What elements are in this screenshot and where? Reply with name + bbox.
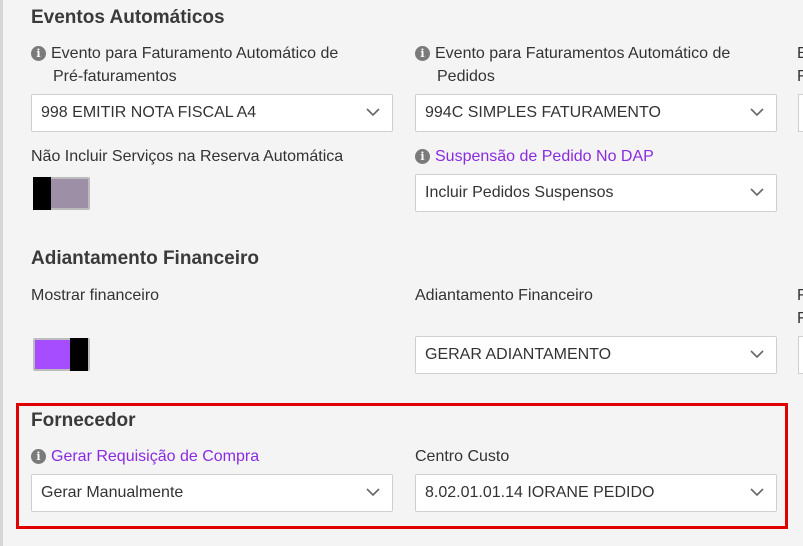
suspensao-pedido-label[interactable]: i Suspensão de Pedido No DAP [415,145,654,168]
section-title-fornecedor: Fornecedor [31,410,136,431]
adiantamento-financeiro-select[interactable]: GERAR ADIANTAMENTO [415,336,777,374]
faturamento-pedidos-select[interactable]: 994C SIMPLES FATURAMENTO [415,94,777,132]
suspensao-pedido-value: Incluir Pedidos Suspensos [425,184,614,201]
chevron-down-icon [366,108,380,117]
gerar-requisicao-select[interactable]: Gerar Manualmente [31,474,393,512]
chevron-down-icon [750,108,764,117]
faturamento-pre-value: 998 EMITIR NOTA FISCAL A4 [41,104,257,121]
nao-incluir-servicos-label: Não Incluir Serviços na Reserva Automáti… [31,148,344,165]
toggle-knob [33,177,51,210]
chevron-down-icon [750,488,764,497]
mostrar-financeiro-toggle[interactable] [33,338,90,371]
info-icon[interactable]: i [415,149,430,164]
chevron-down-icon [366,488,380,497]
toggle-knob [70,338,88,371]
third-column-select-cut[interactable] [798,94,803,132]
chevron-down-icon [750,188,764,197]
centro-custo-value: 8.02.01.01.14 IORANE PEDIDO [425,484,655,501]
suspensao-pedido-select[interactable]: Incluir Pedidos Suspensos [415,174,777,212]
info-icon[interactable]: i [415,46,430,61]
adiantamento-financeiro-value: GERAR ADIANTAMENTO [425,346,612,363]
faturamento-pedidos-label: i Evento para Faturamentos Automático de … [415,42,785,88]
section-title-eventos: Eventos Automáticos [31,7,225,28]
centro-custo-label: Centro Custo [415,448,510,465]
faturamento-pre-label: i Evento para Faturamento Automático de P… [31,42,391,88]
gerar-requisicao-value: Gerar Manualmente [41,484,184,501]
info-icon[interactable]: i [31,46,46,61]
section-title-adiantamento: Adiantamento Financeiro [31,248,260,269]
third-column-select-cut-2[interactable] [798,336,803,374]
third-column-label-cut: EF [797,45,803,85]
nao-incluir-servicos-toggle[interactable] [33,177,90,210]
chevron-down-icon [750,350,764,359]
mostrar-financeiro-label: Mostrar financeiro [31,287,160,304]
third-column-label-cut-2: FF [797,287,803,327]
adiantamento-financeiro-label: Adiantamento Financeiro [415,287,593,304]
faturamento-pre-select[interactable]: 998 EMITIR NOTA FISCAL A4 [31,94,393,132]
gerar-requisicao-label[interactable]: i Gerar Requisição de Compra [31,445,259,468]
faturamento-pedidos-value: 994C SIMPLES FATURAMENTO [425,104,661,121]
centro-custo-select[interactable]: 8.02.01.01.14 IORANE PEDIDO [415,474,777,512]
left-panel-border [0,0,3,546]
info-icon[interactable]: i [31,449,46,464]
